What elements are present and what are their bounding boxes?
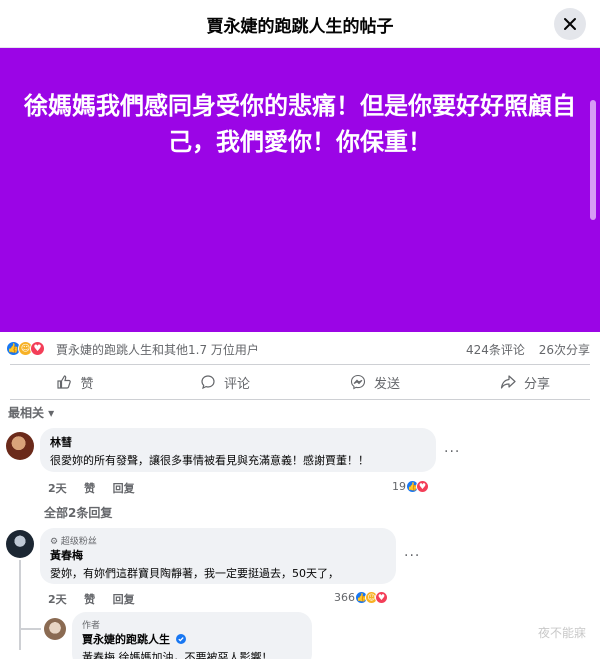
author-name: 賈永婕的跑跳人生 (82, 633, 170, 646)
share-icon (500, 375, 516, 389)
like-button[interactable]: 赞 (0, 367, 150, 397)
avatar[interactable] (6, 530, 34, 558)
comment-time[interactable]: 2天 (48, 482, 67, 495)
share-button[interactable]: 分享 (450, 367, 600, 397)
post-content: 徐媽媽我們感同身受你的悲痛！但是你要好好照顧自己，我們愛你！你保重！ (0, 48, 600, 332)
post-actions: 赞 评论 发送 分享 (0, 367, 600, 397)
avatar[interactable] (6, 432, 34, 460)
comment-count[interactable]: 424条评论 (466, 343, 525, 357)
verified-icon (175, 634, 186, 644)
comment-author[interactable]: 林彗 (50, 434, 426, 450)
comment-bubble: 林彗 很愛妳的所有發聲，讓很多事情被看見與充滿意義！感謝賈董！！ (40, 428, 436, 472)
comment-icon (201, 375, 215, 390)
comment-author[interactable]: 賈永婕的跑跳人生 (82, 631, 302, 647)
avatar[interactable] (44, 618, 66, 640)
comment-text: 黃春梅 徐媽媽加油，不要被惡人影響！ (82, 651, 273, 659)
love-reaction-icon: ♥ (416, 480, 429, 493)
more-options-icon[interactable]: ··· (444, 444, 460, 460)
close-icon (564, 18, 576, 30)
comment-reply-button[interactable]: 回复 (113, 482, 135, 495)
comment-text: 很愛妳的所有發聲，讓很多事情被看見與充滿意義！感謝賈董！！ (50, 454, 369, 467)
divider (10, 399, 590, 400)
scrollbar[interactable] (590, 100, 596, 220)
close-button[interactable] (554, 8, 586, 40)
love-reaction-icon: ♥ (30, 341, 45, 356)
author-badge: 作者 (82, 621, 101, 631)
top-fan-badge: ⚙ 超级粉丝 (50, 537, 97, 547)
share-count[interactable]: 26次分享 (539, 343, 590, 357)
dialog-title: 賈永婕的跑跳人生的帖子 (206, 17, 394, 37)
watermark: 夜不能寐 (537, 626, 586, 640)
reaction-count: 366 (334, 591, 355, 604)
sort-dropdown[interactable]: 最相关 ▾ (8, 404, 54, 421)
comment-meta: 2天 赞 回复 (48, 480, 149, 496)
reaction-icons[interactable]: 👍 ☺ ♥ (6, 341, 45, 356)
like-label: 赞 (80, 376, 94, 392)
messenger-icon (350, 374, 366, 390)
dialog-header: 賈永婕的跑跳人生的帖子 (0, 0, 600, 48)
reaction-count: 19 (392, 480, 406, 493)
comment-like-button[interactable]: 赞 (84, 593, 95, 606)
comment-text: 愛妳，有妳們這群寶貝陶靜著，我一定要挺過去，50天了， (50, 567, 339, 580)
comment-label: 评论 (223, 376, 250, 392)
thread-connector (19, 628, 41, 630)
comment-bubble: 作者 賈永婕的跑跳人生 黃春梅 徐媽媽加油，不要被惡人影響！ (72, 612, 312, 659)
comment-like-button[interactable]: 赞 (84, 482, 95, 495)
send-button[interactable]: 发送 (300, 367, 450, 397)
more-options-icon[interactable]: ··· (404, 548, 420, 564)
comment-time[interactable]: 2天 (48, 593, 67, 606)
view-replies-link[interactable]: 全部2条回复 (44, 504, 112, 521)
comment-meta: 2天 赞 回复 (48, 591, 149, 607)
thread-line (19, 560, 21, 650)
post-stats: 👍 ☺ ♥ 賈永婕的跑跳人生和其他1.7 万位用户 424条评论 26次分享 (0, 336, 600, 362)
comment-bubble: ⚙ 超级粉丝 黃春梅 愛妳，有妳們這群寶貝陶靜著，我一定要挺過去，50天了， (40, 528, 396, 584)
divider (10, 364, 590, 365)
comment-reactions[interactable]: 19 👍 ♥ (392, 480, 429, 493)
comment-reply-button[interactable]: 回复 (113, 593, 135, 606)
reactors-summary[interactable]: 賈永婕的跑跳人生和其他1.7 万位用户 (56, 341, 259, 358)
comment-reactions[interactable]: 366 👍 ☺ ♥ (334, 591, 388, 604)
thumbs-up-icon (57, 375, 72, 389)
post-text: 徐媽媽我們感同身受你的悲痛！但是你要好好照顧自己，我們愛你！你保重！ (24, 92, 576, 156)
comment-author[interactable]: 黃春梅 (50, 547, 386, 563)
comment-button[interactable]: 评论 (150, 367, 300, 397)
love-reaction-icon: ♥ (375, 591, 388, 604)
send-label: 发送 (373, 376, 400, 392)
share-label: 分享 (523, 376, 550, 392)
